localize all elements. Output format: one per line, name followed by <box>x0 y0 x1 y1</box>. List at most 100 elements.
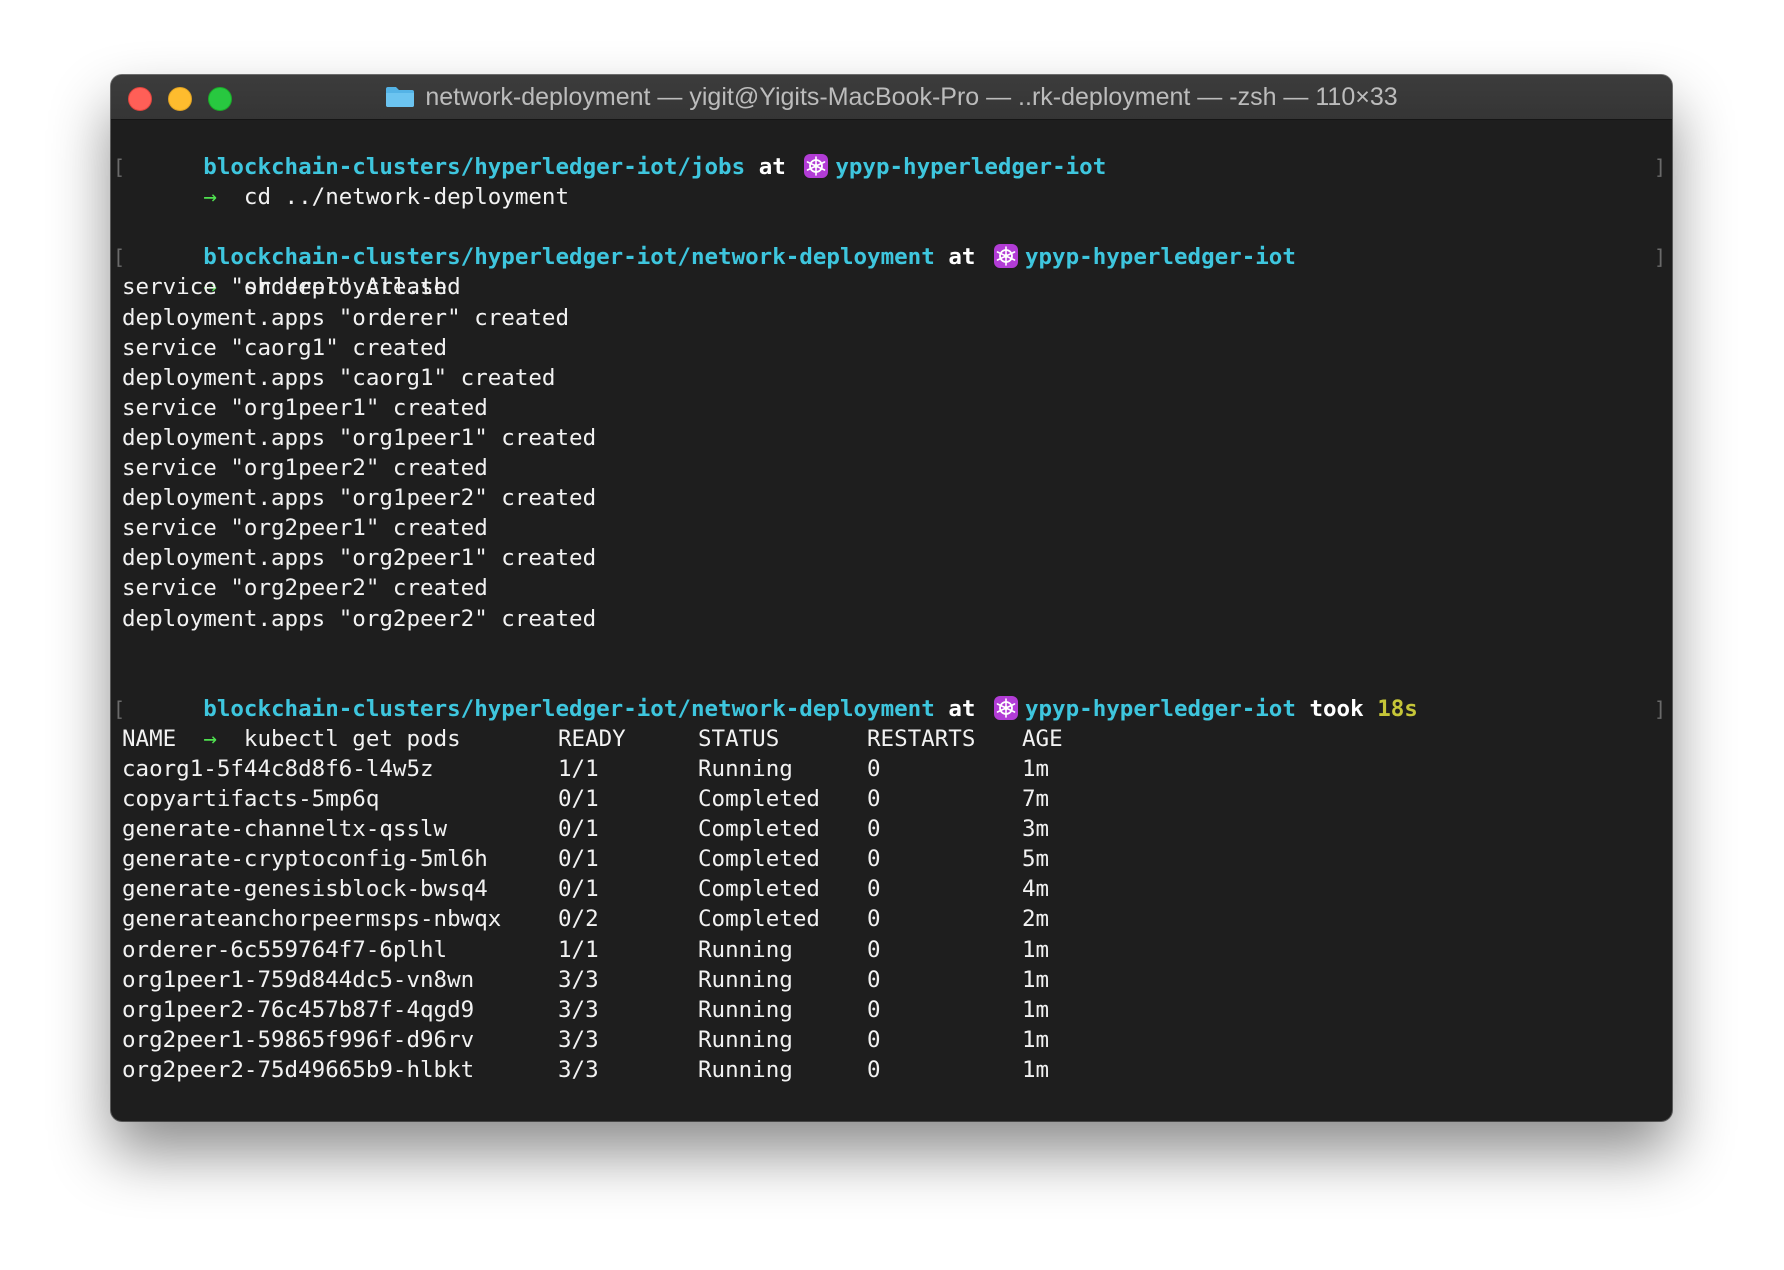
output-line: deployment.apps "org2peer2" created <box>122 605 597 632</box>
pod-name: generate-cryptoconfig-5ml6h <box>122 846 488 873</box>
prompt-line: blockchain-clusters/hyperledger-iot/netw… <box>122 664 1672 722</box>
output-line: service "caorg1" created <box>122 334 448 361</box>
output-line: service "orderer" created <box>122 274 461 301</box>
output-line: deployment.apps "org2peer1" created <box>122 545 597 572</box>
pod-ready: 0/1 <box>558 846 599 873</box>
pod-status: Completed <box>698 846 820 873</box>
column-header-ready: READY <box>558 725 626 752</box>
pod-age: 2m <box>1022 906 1050 933</box>
pod-age: 1m <box>1022 755 1050 782</box>
column-header-status: STATUS <box>698 725 780 752</box>
mark-bracket-left: [ <box>113 696 126 721</box>
pod-ready: 3/3 <box>558 966 599 993</box>
pod-age: 1m <box>1022 996 1050 1023</box>
output-line: service "org1peer2" created <box>122 455 488 482</box>
pod-name: generate-channeltx-qsslw <box>122 816 448 843</box>
mark-bracket-right: ] <box>1653 245 1666 270</box>
table-row: generateanchorpeermsps-nbwqx 0/2 Completed… <box>122 904 1672 934</box>
pod-ready: 0/1 <box>558 876 599 903</box>
mark-bracket-left: [ <box>113 245 126 270</box>
table-row: org2peer1-59865f996f-d96rv 3/3 Running 0 1m <box>122 1025 1672 1055</box>
table-row: caorg1-5f44c8d8f6-l4w5z 1/1 Running 0 1m <box>122 754 1672 784</box>
table-row: generate-cryptoconfig-5ml6h 0/1 Completed 0… <box>122 844 1672 874</box>
output-line: service "org2peer1" created <box>122 515 488 542</box>
pod-restarts: 0 <box>867 936 881 963</box>
pod-status: Completed <box>698 906 820 933</box>
mark-bracket-right: ] <box>1653 155 1666 180</box>
output-line: deployment.apps "org1peer2" created <box>122 485 597 512</box>
pod-age: 3m <box>1022 816 1050 843</box>
pod-status: Completed <box>698 786 820 813</box>
pod-status: Running <box>698 966 793 993</box>
output-line: deployment.apps "org1peer1" created <box>122 424 597 451</box>
pod-ready: 3/3 <box>558 1026 599 1053</box>
mark-bracket-right: ] <box>1653 696 1666 721</box>
title-bar[interactable]: network-deployment — yigit@Yigits-MacBoo… <box>111 75 1672 120</box>
pod-status: Running <box>698 755 793 782</box>
table-row: org1peer2-76c457b87f-4qgd9 3/3 Running 0 1m <box>122 995 1672 1025</box>
table-row: orderer-6c559764f7-6plhl 1/1 Running 0 1m <box>122 935 1672 965</box>
pod-ready: 3/3 <box>558 996 599 1023</box>
terminal-window: network-deployment — yigit@Yigits-MacBoo… <box>111 75 1672 1121</box>
pod-name: generate-genesisblock-bwsq4 <box>122 876 488 903</box>
pod-name: generateanchorpeermsps-nbwqx <box>122 906 502 933</box>
pod-restarts: 0 <box>867 846 881 873</box>
pod-age: 1m <box>1022 1026 1050 1053</box>
table-row: generate-channeltx-qsslw 0/1 Completed 0 3m <box>122 814 1672 844</box>
prompt-line: blockchain-clusters/hyperledger-iot/netw… <box>122 212 1672 270</box>
pod-name: copyartifacts-5mp6q <box>122 786 380 813</box>
pod-restarts: 0 <box>867 755 881 782</box>
pod-status: Completed <box>698 816 820 843</box>
pod-ready: 3/3 <box>558 1056 599 1083</box>
column-header-name: NAME <box>122 725 177 752</box>
terminal-content[interactable]: blockchain-clusters/hyperledger-iot/jobs… <box>113 122 1672 1121</box>
pod-name: org2peer2-75d49665b9-hlbkt <box>122 1056 475 1083</box>
pod-ready: 0/2 <box>558 906 599 933</box>
pod-age: 5m <box>1022 846 1050 873</box>
window-title: network-deployment — yigit@Yigits-MacBoo… <box>425 83 1398 111</box>
pod-status: Running <box>698 1056 793 1083</box>
pod-age: 1m <box>1022 936 1050 963</box>
output-line: deployment.apps "orderer" created <box>122 304 570 331</box>
column-header-restarts: RESTARTS <box>867 725 976 752</box>
pod-restarts: 0 <box>867 996 881 1023</box>
output-line: service "org2peer2" created <box>122 575 488 602</box>
pod-age: 1m <box>1022 966 1050 993</box>
pod-ready: 0/1 <box>558 786 599 813</box>
table-row: generate-genesisblock-bwsq4 0/1 Completed 0… <box>122 874 1672 904</box>
pod-name: orderer-6c559764f7-6plhl <box>122 936 448 963</box>
folder-icon <box>385 86 415 108</box>
pod-restarts: 0 <box>867 1056 881 1083</box>
pod-restarts: 0 <box>867 816 881 843</box>
pod-age: 7m <box>1022 786 1050 813</box>
pod-name: org1peer1-759d844dc5-vn8wn <box>122 966 475 993</box>
pod-status: Completed <box>698 876 820 903</box>
table-row: org1peer1-759d844dc5-vn8wn 3/3 Running 0 1m <box>122 965 1672 995</box>
pod-name: org1peer2-76c457b87f-4qgd9 <box>122 996 475 1023</box>
pod-status: Running <box>698 1026 793 1053</box>
command-line: [→ sh deployAll.sh] <box>113 242 1672 300</box>
prompt-line: blockchain-clusters/hyperledger-iot/jobs… <box>122 122 1672 180</box>
mark-bracket-left: [ <box>113 155 126 180</box>
pod-restarts: 0 <box>867 876 881 903</box>
pod-status: Running <box>698 996 793 1023</box>
window-title-container: network-deployment — yigit@Yigits-MacBoo… <box>111 75 1672 119</box>
pod-name: caorg1-5f44c8d8f6-l4w5z <box>122 755 434 782</box>
column-header-age: AGE <box>1022 725 1063 752</box>
output-line: deployment.apps "caorg1" created <box>122 364 556 391</box>
pod-name: org2peer1-59865f996f-d96rv <box>122 1026 475 1053</box>
pod-restarts: 0 <box>867 1026 881 1053</box>
output-line: service "org1peer1" created <box>122 394 488 421</box>
command-line: [→ kubectl get pods] <box>113 694 1672 752</box>
pod-ready: 0/1 <box>558 816 599 843</box>
pod-status: Running <box>698 936 793 963</box>
pod-age: 1m <box>1022 1056 1050 1083</box>
table-row: org2peer2-75d49665b9-hlbkt 3/3 Running 0 1m <box>122 1055 1672 1085</box>
table-row: copyartifacts-5mp6q 0/1 Completed 0 7m <box>122 784 1672 814</box>
pod-ready: 1/1 <box>558 936 599 963</box>
pod-ready: 1/1 <box>558 755 599 782</box>
table-header: NAME READY STATUS RESTARTS AGE <box>122 724 1672 754</box>
pod-restarts: 0 <box>867 786 881 813</box>
